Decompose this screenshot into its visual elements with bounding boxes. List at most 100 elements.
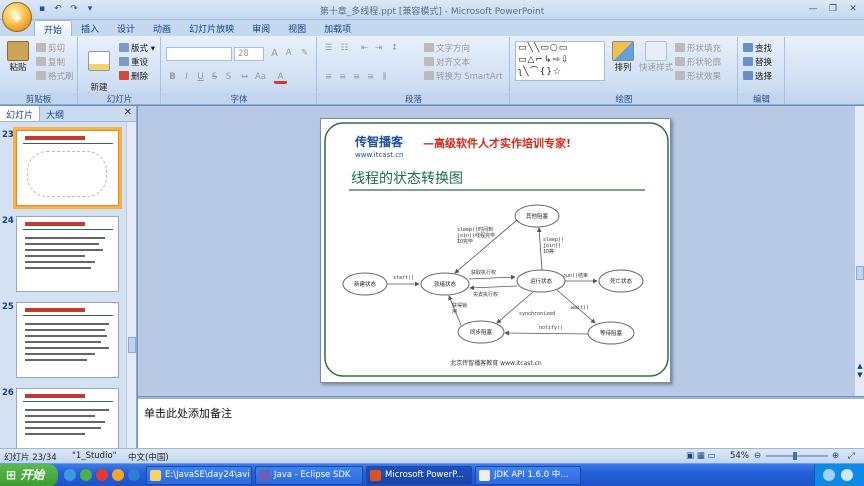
replace-button[interactable]: 替换 [743,56,772,68]
tray-icon[interactable] [841,469,853,481]
select-button[interactable]: 选择 [743,70,772,82]
quicklaunch-icon[interactable] [112,469,124,481]
thumbnail-scrollbar[interactable] [126,122,136,448]
qat-dropdown-icon[interactable]: ▾ [84,3,96,15]
shape-outline-button[interactable]: 形状轮廓 [675,56,721,68]
format-painter-button[interactable]: 格式刷 [36,70,74,82]
tab-outline[interactable]: 大纲 [40,106,70,121]
shape-fill-button[interactable]: 形状填充 [675,42,721,54]
justify-icon[interactable]: ≡ [364,71,377,84]
tab-design[interactable]: 设计 [108,20,144,36]
grow-font-icon[interactable]: A [268,47,281,60]
bold-button[interactable]: B [166,71,179,84]
line-spacing-icon[interactable]: ↕ [388,42,401,55]
convert-smartart-button[interactable]: 转换为 SmartArt [424,70,503,82]
delete-slide-button[interactable]: 删除 [119,70,148,82]
underline-button[interactable]: U [194,71,207,84]
font-name-combo[interactable] [166,47,232,61]
page-nav-icon[interactable]: ▲ ▼ [855,362,864,380]
tab-view[interactable]: 视图 [279,20,315,36]
fit-window-icon[interactable]: ⤢ [848,451,855,461]
undo-icon[interactable]: ↶ [52,3,64,15]
zoom-out-icon[interactable]: ⊖ [754,451,761,461]
shrink-font-icon[interactable]: A [282,47,295,60]
find-button[interactable]: 查找 [743,42,772,54]
align-center-icon[interactable]: ≡ [336,71,349,84]
close-icon[interactable]: ✕ [844,2,862,16]
task-eclipse[interactable]: Java - Eclipse SDK [255,466,363,485]
align-text-button[interactable]: 对齐文本 [424,56,470,68]
zoom-slider[interactable] [766,455,828,457]
clear-format-icon[interactable]: ✎ [298,47,311,60]
minimize-icon[interactable]: — [804,2,822,16]
scrollbar-thumb[interactable] [128,337,136,353]
close-pane-icon[interactable]: ✕ [124,107,132,118]
align-right-icon[interactable]: ≡ [350,71,363,84]
decrease-indent-icon[interactable]: ⇤ [358,42,371,55]
task-jdk-api[interactable]: JDK API 1.6.0 中... [475,466,581,485]
label-get-cpu: 获取执行权 [471,269,496,276]
replace-icon [743,57,753,66]
quicklaunch-icon[interactable] [80,469,92,481]
scrollbar-thumb[interactable] [856,266,864,280]
char-spacing-icon[interactable]: ↔ [238,71,251,84]
quicklaunch-icon[interactable] [96,469,108,481]
align-left-icon[interactable]: ≡ [322,71,335,84]
slide-scrollbar[interactable]: ▲ ▼ [854,106,864,396]
tab-home[interactable]: 开始 [34,20,73,36]
start-button[interactable]: ⊞ 开始 [0,464,58,486]
arrange-button[interactable]: 排列 [611,41,635,73]
columns-icon[interactable]: ⫼ [378,71,391,84]
zoom-slider-thumb[interactable] [793,452,797,460]
quicklaunch-icon[interactable] [64,469,76,481]
label-notify: notify() [539,325,563,331]
brush-icon [36,71,46,80]
slide-thumbnail[interactable]: 23 [0,127,126,209]
tab-review[interactable]: 审阅 [243,20,279,36]
view-buttons[interactable]: ▣ ▦ ▭ [686,451,716,461]
numbering-icon[interactable]: ☷ [338,42,351,55]
increase-indent-icon[interactable]: ⇥ [372,42,385,55]
powerpoint-icon [370,470,381,481]
quick-styles-button[interactable]: 快速样式 [639,41,673,73]
font-group: 28 A A ✎ B I U S S ↔ Aa A 字体 [162,37,317,105]
tray-icon[interactable] [823,469,835,481]
italic-button[interactable]: I [180,71,193,84]
tab-slides[interactable]: 幻灯片 [0,106,41,121]
office-button[interactable]: ◈ [2,2,32,32]
redo-icon[interactable]: ↷ [68,3,80,15]
strikethrough-button[interactable]: S [208,71,221,84]
tab-addins[interactable]: 加载项 [315,20,360,36]
font-color-icon[interactable]: A [274,71,287,84]
font-size-combo[interactable]: 28 [234,47,264,61]
shapes-gallery[interactable]: ▭╲╲▭○▭ ▭△⌐↳⇨⇩ ʅ╲⌒{}☆ [515,41,605,81]
fill-icon [675,43,685,52]
task-powerpoint[interactable]: Microsoft PowerP... [366,466,472,485]
copy-icon [36,57,46,66]
slide-thumbnail[interactable]: 25 [0,300,126,380]
layout-button[interactable]: 版式 ▾ [119,42,155,54]
tab-insert[interactable]: 插入 [72,20,108,36]
slide-canvas[interactable]: 传智播客 www.itcast.cn —高级软件人才实作培训专家! 线程的状态转… [320,118,671,383]
zoom-in-icon[interactable]: ⊕ [832,451,839,461]
paste-button[interactable]: 粘贴 [4,41,32,73]
shape-effects-button[interactable]: 形状效果 [675,70,721,82]
copy-button[interactable]: 复制 [36,56,65,68]
slide-thumbnail[interactable]: 24 [0,214,126,294]
quicklaunch-icon[interactable] [128,469,140,481]
restore-icon[interactable]: ❐ [824,2,842,16]
bullets-icon[interactable]: ☰ [322,42,335,55]
zoom-level[interactable]: 54% [730,451,749,461]
shadow-button[interactable]: S [222,71,235,84]
cut-button[interactable]: 剪切 [36,42,65,54]
change-case-icon[interactable]: Aa [254,71,267,84]
save-icon[interactable]: ▪ [36,3,48,15]
office-logo-icon: ◈ [12,10,22,24]
reset-button[interactable]: 重设 [119,56,148,68]
slide-title: 线程的状态转换图 [351,170,463,187]
notes-pane[interactable]: 单击此处添加备注 [138,397,864,448]
task-explorer[interactable]: E:\JavaSE\day24\avi [146,466,252,485]
tab-animations[interactable]: 动画 [144,20,180,36]
tab-slideshow[interactable]: 幻灯片放映 [180,20,243,36]
text-direction-button[interactable]: 文字方向 [424,42,470,54]
